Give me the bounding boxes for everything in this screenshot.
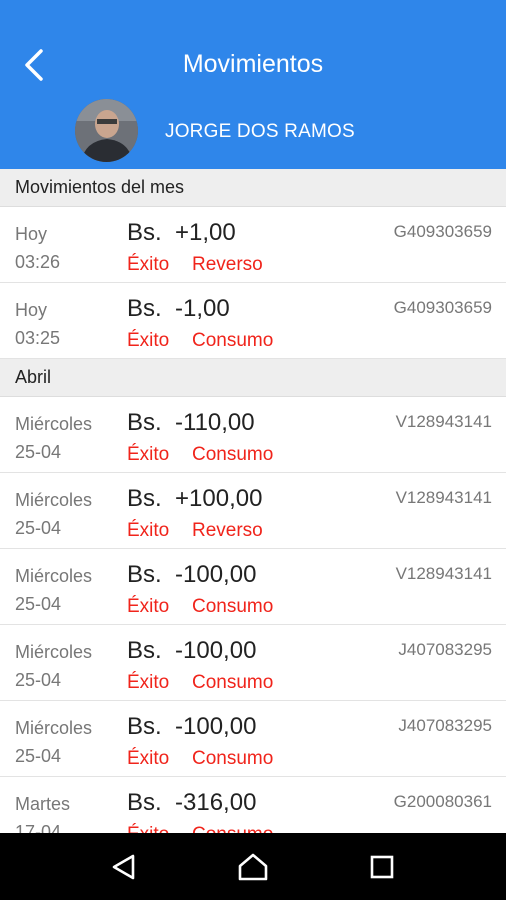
item-status: Éxito bbox=[127, 596, 170, 617]
item-reference: V128943141 bbox=[395, 564, 492, 583]
item-reference: V128943141 bbox=[395, 412, 492, 431]
item-day: Hoy bbox=[15, 300, 48, 320]
list-item[interactable]: Miércoles 25-04 Bs. -100,00 Éxito Consum… bbox=[0, 701, 506, 777]
page-title: Movimientos bbox=[182, 50, 324, 78]
square-recents-icon bbox=[370, 855, 393, 878]
item-amount: Bs. -1,00 bbox=[127, 295, 230, 322]
list-item[interactable]: Miércoles 25-04 Bs. -100,00 Éxito Consum… bbox=[0, 549, 506, 625]
item-day: Miércoles bbox=[15, 642, 93, 662]
item-date: 03:26 bbox=[15, 252, 61, 272]
user-name: JORGE DOS RAMOS bbox=[165, 121, 355, 142]
list-item[interactable]: Martes 17-04 Bs. -316,00 Éxito Consumo G… bbox=[0, 777, 506, 833]
item-type: Consumo bbox=[192, 444, 274, 465]
item-type: Consumo bbox=[192, 824, 273, 833]
item-reference: J407083295 bbox=[398, 640, 492, 659]
item-amount: Bs. -100,00 bbox=[127, 561, 257, 588]
item-type: Consumo bbox=[192, 330, 274, 351]
triangle-back-icon bbox=[113, 854, 135, 879]
list-item[interactable]: Hoy 03:26 Bs. +1,00 Éxito Reverso G40930… bbox=[0, 207, 506, 283]
item-amount: Bs. +1,00 bbox=[127, 219, 236, 246]
item-status: Éxito bbox=[127, 824, 169, 833]
user-photo bbox=[75, 99, 138, 162]
list-item[interactable]: Miércoles 25-04 Bs. -110,00 Éxito Consum… bbox=[0, 397, 506, 473]
nav-home-button[interactable] bbox=[229, 843, 277, 891]
item-reference: J407083295 bbox=[398, 716, 492, 735]
item-status: Éxito bbox=[127, 520, 170, 541]
item-date: 17-04 bbox=[15, 822, 62, 833]
item-date: 25-04 bbox=[15, 518, 62, 538]
system-nav-bar bbox=[0, 833, 506, 900]
avatar[interactable] bbox=[75, 99, 138, 162]
section-header: Abril bbox=[0, 359, 506, 397]
item-amount: Bs. +100,00 bbox=[127, 485, 263, 512]
nav-back-button[interactable] bbox=[100, 843, 148, 891]
item-amount: Bs. -110,00 bbox=[127, 409, 255, 436]
item-amount: Bs. -100,00 bbox=[127, 713, 257, 740]
item-status: Éxito bbox=[127, 748, 170, 769]
item-reference: G200080361 bbox=[393, 792, 492, 811]
item-status: Éxito bbox=[127, 444, 170, 465]
item-amount: Bs. -316,00 bbox=[127, 789, 257, 816]
item-date: 25-04 bbox=[15, 670, 62, 690]
movements-list[interactable]: Movimientos del mes Hoy 03:26 Bs. +1,00 … bbox=[0, 169, 506, 833]
item-reference: V128943141 bbox=[395, 488, 492, 507]
app-header: Movimientos JORGE DOS RAMOS bbox=[0, 0, 506, 169]
item-reference: G409303659 bbox=[393, 222, 492, 241]
item-date: 25-04 bbox=[15, 442, 62, 462]
item-day: Miércoles bbox=[15, 490, 93, 510]
item-day: Martes bbox=[15, 794, 71, 814]
section-header: Movimientos del mes bbox=[0, 169, 506, 207]
list-item[interactable]: Hoy 03:25 Bs. -1,00 Éxito Consumo G40930… bbox=[0, 283, 506, 359]
item-date: 25-04 bbox=[15, 746, 62, 766]
item-day: Miércoles bbox=[15, 414, 93, 434]
item-type: Consumo bbox=[192, 596, 274, 617]
home-icon bbox=[238, 853, 268, 880]
item-day: Miércoles bbox=[15, 566, 93, 586]
nav-recents-button[interactable] bbox=[358, 843, 406, 891]
item-type: Reverso bbox=[192, 520, 263, 541]
item-type: Reverso bbox=[192, 254, 263, 275]
item-amount: Bs. -100,00 bbox=[127, 637, 257, 664]
item-date: 25-04 bbox=[15, 594, 62, 614]
item-status: Éxito bbox=[127, 254, 170, 275]
list-item[interactable]: Miércoles 25-04 Bs. -100,00 Éxito Consum… bbox=[0, 625, 506, 701]
item-type: Consumo bbox=[192, 672, 274, 693]
item-status: Éxito bbox=[127, 672, 170, 693]
item-reference: G409303659 bbox=[393, 298, 492, 317]
item-day: Hoy bbox=[15, 224, 48, 244]
item-day: Miércoles bbox=[15, 718, 93, 738]
item-type: Consumo bbox=[192, 748, 274, 769]
item-status: Éxito bbox=[127, 330, 170, 351]
list-item[interactable]: Miércoles 25-04 Bs. +100,00 Éxito Revers… bbox=[0, 473, 506, 549]
item-date: 03:25 bbox=[15, 328, 61, 348]
